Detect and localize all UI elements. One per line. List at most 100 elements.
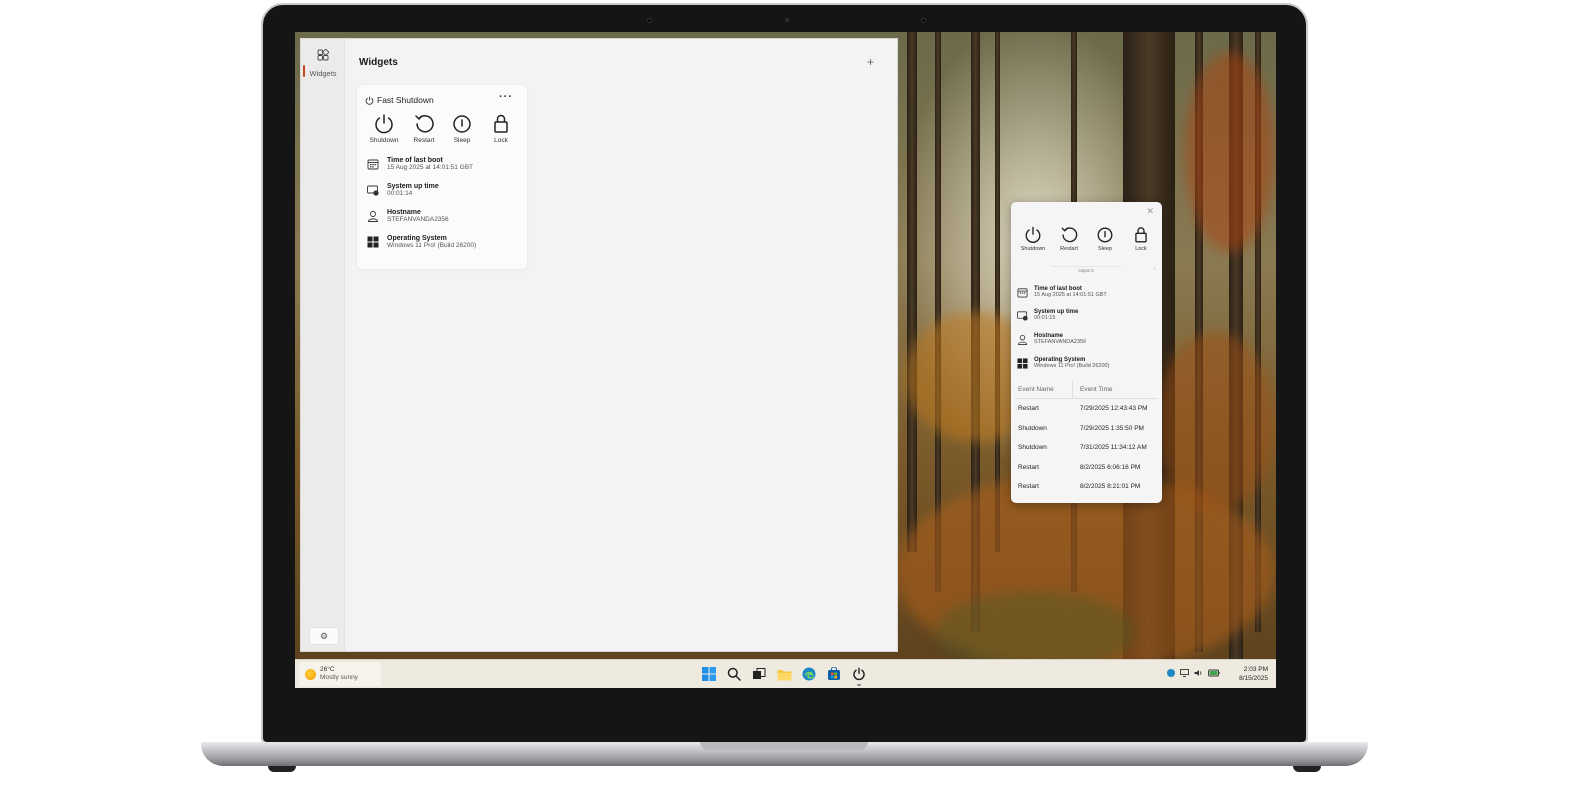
widgets-panel: Widgets ⚙ Widgets + Fast Shutdown ··· Sh…	[300, 38, 898, 652]
lock-button[interactable]: Lock	[481, 111, 521, 144]
event-name-cell: Shutdown	[1018, 444, 1047, 452]
sleep-icon	[1097, 227, 1113, 243]
restart-icon	[415, 115, 434, 133]
sleep-button[interactable]: Sleep	[443, 111, 481, 144]
event-time-cell: 7/29/2025 1:35:50 PM	[1080, 424, 1144, 432]
floating-shutdown-button[interactable]: Shutdown	[1015, 224, 1051, 252]
sleep-label: Sleep	[453, 137, 471, 144]
settings-button[interactable]: ⚙	[309, 627, 339, 645]
table-row[interactable]: Shutdown 7/31/2025 11:34:12 AM	[1015, 438, 1158, 458]
card-header: Fast Shutdown	[365, 95, 434, 105]
chevron-down-icon[interactable]: ↓	[1154, 266, 1157, 272]
shutdown-label: Shutdown	[369, 137, 399, 144]
search-button[interactable]	[726, 666, 742, 682]
taskbar-apps	[701, 666, 867, 686]
clock-time: 2:03 PM	[1243, 666, 1268, 673]
edge-icon	[802, 667, 816, 681]
hostname-value: STEFANVANDA2356	[387, 216, 449, 223]
system-tray	[1167, 669, 1220, 677]
floating-restart-label: Restart	[1060, 246, 1078, 252]
floating-uptime-row: System up time 00:01:15	[1017, 309, 1078, 321]
weather-widget[interactable]: 26°C Mostly sunny	[299, 662, 381, 686]
event-name-cell: Restart	[1018, 405, 1039, 413]
volume-icon[interactable]	[1194, 669, 1203, 677]
floating-sleep-label: Sleep	[1097, 246, 1113, 252]
task-view-button[interactable]	[751, 666, 767, 682]
event-name-cell: Shutdown	[1018, 424, 1047, 432]
clock[interactable]: 2:03 PM 8/15/2025	[1239, 665, 1268, 683]
network-icon[interactable]	[1180, 669, 1189, 677]
floating-uptime-value: 00:01:15	[1034, 315, 1056, 321]
event-time-cell: 7/31/2025 11:34:12 AM	[1080, 444, 1147, 452]
restart-button[interactable]: Restart	[405, 111, 443, 144]
event-time-cell: 8/2/2025 8:21:01 PM	[1080, 483, 1141, 491]
table-row[interactable]: Restart 7/29/2025 12:43:43 PM	[1015, 399, 1158, 419]
floating-os-row: Operating System Windows 11 Pro! (Build …	[1017, 357, 1109, 369]
floating-power-actions: Shutdown Restart Sleep Lock	[1015, 224, 1159, 252]
shutdown-button[interactable]: Shutdown	[363, 111, 405, 144]
os-title: Operating System	[387, 235, 447, 242]
edge-button[interactable]	[801, 666, 817, 682]
active-app-indicator	[857, 684, 861, 686]
weather-temperature: 26°C	[320, 666, 335, 673]
uptime-icon	[367, 185, 379, 196]
nav-selected-indicator	[303, 65, 305, 77]
table-row[interactable]: Shutdown 7/29/2025 1:35:50 PM	[1015, 419, 1158, 439]
start-button[interactable]	[701, 666, 717, 682]
restart-icon	[1061, 227, 1078, 243]
floating-shutdown-widget: ✕ Shutdown Restart Sleep Lock Unpin it ↓…	[1011, 202, 1162, 503]
event-name-cell: Restart	[1018, 483, 1039, 491]
taskbar: 26°C Mostly sunny 2:03 PM 8/15/2025	[295, 659, 1276, 688]
add-widget-button[interactable]: +	[867, 55, 874, 69]
uptime-title: System up time	[387, 183, 439, 190]
floating-last-boot-row: Time of last boot 15 Aug 2025 at 14:01:5…	[1017, 286, 1107, 298]
lock-icon	[494, 114, 508, 133]
more-options-button[interactable]: ···	[499, 91, 513, 103]
floating-last-boot-value: 15 Aug 2025 at 14:01:51 GBT	[1034, 292, 1107, 298]
clock-date: 8/15/2025	[1239, 675, 1268, 682]
table-row[interactable]: Restart 8/2/2025 6:06:16 PM	[1015, 458, 1158, 478]
event-time-cell: 8/2/2025 6:06:16 PM	[1080, 463, 1141, 471]
fast-shutdown-card: Fast Shutdown ··· Shutdown Restart Sleep…	[357, 85, 527, 269]
folder-icon	[777, 669, 791, 680]
sleep-icon	[453, 115, 471, 133]
events-table: Event Name Event Time Restart 7/29/2025 …	[1015, 380, 1158, 497]
os-value: Windows 11 Pro! (Build 26200)	[387, 242, 477, 249]
webcam	[785, 18, 789, 22]
file-explorer-button[interactable]	[776, 666, 792, 682]
laptop-foot-right	[1293, 766, 1321, 772]
nav-widgets-label: Widgets	[309, 69, 337, 78]
last-boot-value: 15 Aug 2025 at 14:01:51 GBT	[387, 164, 474, 171]
floating-os-value: Windows 11 Pro! (Build 26200)	[1034, 363, 1110, 369]
calendar-icon	[367, 159, 379, 170]
gear-icon: ⚙	[319, 630, 329, 641]
events-table-header: Event Name Event Time	[1015, 380, 1158, 399]
weather-description: Mostly sunny	[320, 674, 358, 681]
table-row[interactable]: Restart 8/2/2025 8:21:01 PM	[1015, 477, 1158, 497]
edge-tray-icon[interactable]	[1167, 669, 1175, 677]
column-event-name[interactable]: Event Name	[1015, 380, 1073, 398]
floating-restart-button[interactable]: Restart	[1051, 224, 1087, 252]
nav-widgets[interactable]: Widgets	[303, 47, 343, 81]
last-boot-title: Time of last boot	[387, 157, 443, 164]
windows-icon	[1017, 358, 1028, 369]
close-button[interactable]: ✕	[1146, 206, 1154, 217]
store-button[interactable]	[826, 666, 842, 682]
laptop-notch	[700, 742, 868, 750]
floating-shutdown-label: Shutdown	[1020, 246, 1046, 252]
uptime-value: 00:01:14	[387, 190, 413, 197]
fast-shutdown-app-button[interactable]	[851, 666, 867, 686]
uptime-icon	[1017, 311, 1028, 321]
floating-sleep-button[interactable]: Sleep	[1087, 224, 1123, 252]
battery-icon[interactable]	[1208, 669, 1220, 677]
column-event-time[interactable]: Event Time	[1073, 386, 1113, 393]
event-time-cell: 7/29/2025 12:43:43 PM	[1080, 405, 1148, 413]
hostname-row: Hostname STEFANVANDA2356	[367, 209, 449, 223]
floating-hostname-value: STEFANVANDA2356	[1034, 339, 1087, 345]
floating-lock-button[interactable]: Lock	[1123, 224, 1159, 252]
unpin-button[interactable]: Unpin it	[1051, 266, 1121, 273]
sensor-left	[647, 18, 652, 23]
laptop-foot-left	[268, 766, 296, 772]
os-row: Operating System Windows 11 Pro! (Build …	[367, 235, 476, 249]
floating-lock-label: Lock	[1135, 246, 1147, 252]
